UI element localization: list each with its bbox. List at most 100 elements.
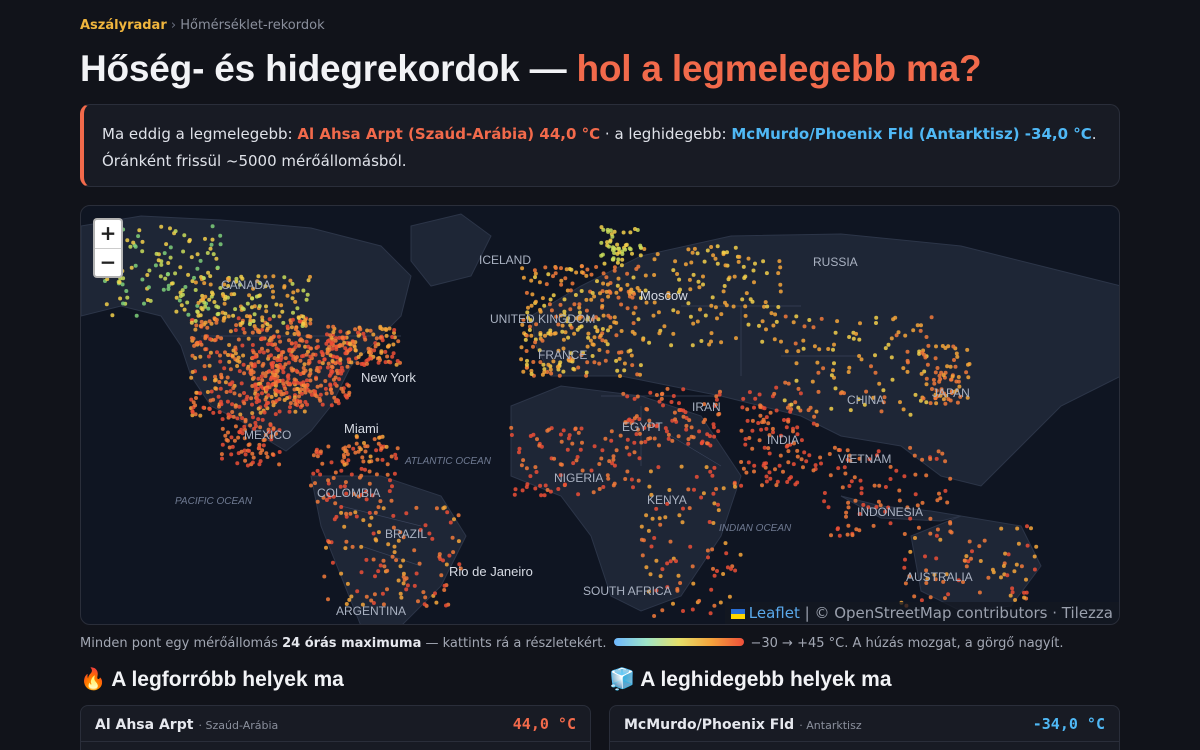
station-dot[interactable] xyxy=(778,453,783,458)
station-dot[interactable] xyxy=(876,499,881,504)
station-dot[interactable] xyxy=(147,268,152,273)
station-dot[interactable] xyxy=(657,331,662,336)
station-dot[interactable] xyxy=(439,573,444,578)
station-dot[interactable] xyxy=(394,456,399,461)
station-dot[interactable] xyxy=(349,472,354,477)
station-dot[interactable] xyxy=(768,476,773,481)
station-dot[interactable] xyxy=(283,386,288,391)
station-dot[interactable] xyxy=(715,316,719,321)
station-dot[interactable] xyxy=(191,336,196,341)
station-dot[interactable] xyxy=(748,297,753,302)
station-dot[interactable] xyxy=(396,339,401,344)
station-dot[interactable] xyxy=(395,359,400,363)
station-dot[interactable] xyxy=(764,415,769,420)
station-dot[interactable] xyxy=(237,393,242,398)
station-dot[interactable] xyxy=(574,270,579,275)
station-dot[interactable] xyxy=(948,364,953,369)
station-dot[interactable] xyxy=(767,470,772,475)
station-dot[interactable] xyxy=(647,340,652,345)
station-dot[interactable] xyxy=(632,396,637,401)
station-dot[interactable] xyxy=(859,357,864,362)
station-dot[interactable] xyxy=(235,461,240,466)
station-dot[interactable] xyxy=(305,378,309,383)
station-dot[interactable] xyxy=(843,471,848,476)
station-dot[interactable] xyxy=(344,449,349,453)
station-dot[interactable] xyxy=(434,506,439,511)
station-dot[interactable] xyxy=(395,446,400,451)
station-dot[interactable] xyxy=(120,282,125,287)
station-dot[interactable] xyxy=(203,304,208,309)
station-dot[interactable] xyxy=(320,351,325,356)
station-dot[interactable] xyxy=(568,307,573,312)
station-dot[interactable] xyxy=(912,453,917,458)
station-dot[interactable] xyxy=(784,425,789,430)
station-dot[interactable] xyxy=(812,414,817,419)
station-dot[interactable] xyxy=(398,591,403,596)
station-dot[interactable] xyxy=(695,319,700,324)
station-dot[interactable] xyxy=(574,458,579,463)
station-dot[interactable] xyxy=(781,469,785,474)
station-dot[interactable] xyxy=(304,339,309,344)
station-dot[interactable] xyxy=(943,346,948,350)
station-dot[interactable] xyxy=(621,391,626,396)
station-dot[interactable] xyxy=(195,309,200,314)
station-dot[interactable] xyxy=(1024,577,1028,582)
station-dot[interactable] xyxy=(707,520,712,524)
station-dot[interactable] xyxy=(833,330,838,335)
station-dot[interactable] xyxy=(765,304,770,309)
station-dot[interactable] xyxy=(559,282,564,287)
station-dot[interactable] xyxy=(364,557,369,562)
station-dot[interactable] xyxy=(606,294,611,299)
station-dot[interactable] xyxy=(539,444,544,449)
station-dot[interactable] xyxy=(872,483,877,488)
station-dot[interactable] xyxy=(617,246,621,251)
station-dot[interactable] xyxy=(215,312,220,317)
station-dot[interactable] xyxy=(174,295,179,300)
station-dot[interactable] xyxy=(276,348,281,352)
station-dot[interactable] xyxy=(597,348,602,352)
station-dot[interactable] xyxy=(385,587,389,592)
station-dot[interactable] xyxy=(318,449,323,454)
station-dot[interactable] xyxy=(772,391,777,396)
station-dot[interactable] xyxy=(934,401,939,406)
station-dot[interactable] xyxy=(264,309,269,314)
station-dot[interactable] xyxy=(537,280,542,285)
station-dot[interactable] xyxy=(293,341,298,346)
station-dot[interactable] xyxy=(233,328,238,333)
station-dot[interactable] xyxy=(916,525,921,530)
station-dot[interactable] xyxy=(750,418,755,423)
station-dot[interactable] xyxy=(230,353,235,358)
station-dot[interactable] xyxy=(920,457,925,462)
station-dot[interactable] xyxy=(618,374,622,378)
station-dot[interactable] xyxy=(383,360,388,365)
station-dot[interactable] xyxy=(267,369,272,374)
station-dot[interactable] xyxy=(367,459,372,464)
station-dot[interactable] xyxy=(646,528,651,533)
station-dot[interactable] xyxy=(758,405,763,410)
station-dot[interactable] xyxy=(198,391,202,396)
station-dot[interactable] xyxy=(265,455,270,459)
station-dot[interactable] xyxy=(716,502,720,507)
station-dot[interactable] xyxy=(652,273,657,277)
station-dot[interactable] xyxy=(879,409,884,414)
station-dot[interactable] xyxy=(231,386,236,390)
station-dot[interactable] xyxy=(549,371,554,376)
station-dot[interactable] xyxy=(345,581,350,586)
station-dot[interactable] xyxy=(223,350,227,355)
station-dot[interactable] xyxy=(634,414,639,419)
station-dot[interactable] xyxy=(607,244,611,249)
station-dot[interactable] xyxy=(355,589,360,594)
station-dot[interactable] xyxy=(964,370,969,375)
station-dot[interactable] xyxy=(528,474,533,479)
station-dot[interactable] xyxy=(592,360,597,365)
station-dot[interactable] xyxy=(766,421,771,426)
station-dot[interactable] xyxy=(566,335,571,340)
station-dot[interactable] xyxy=(774,319,779,324)
list-item[interactable]: McMurdo/Phoenix Fld · Antarktisz -34,0 °… xyxy=(610,706,1119,742)
station-dot[interactable] xyxy=(251,375,256,380)
station-dot[interactable] xyxy=(711,566,715,571)
station-dot[interactable] xyxy=(326,597,330,602)
station-dot[interactable] xyxy=(343,546,348,551)
station-dot[interactable] xyxy=(619,263,624,268)
station-dot[interactable] xyxy=(715,569,719,573)
